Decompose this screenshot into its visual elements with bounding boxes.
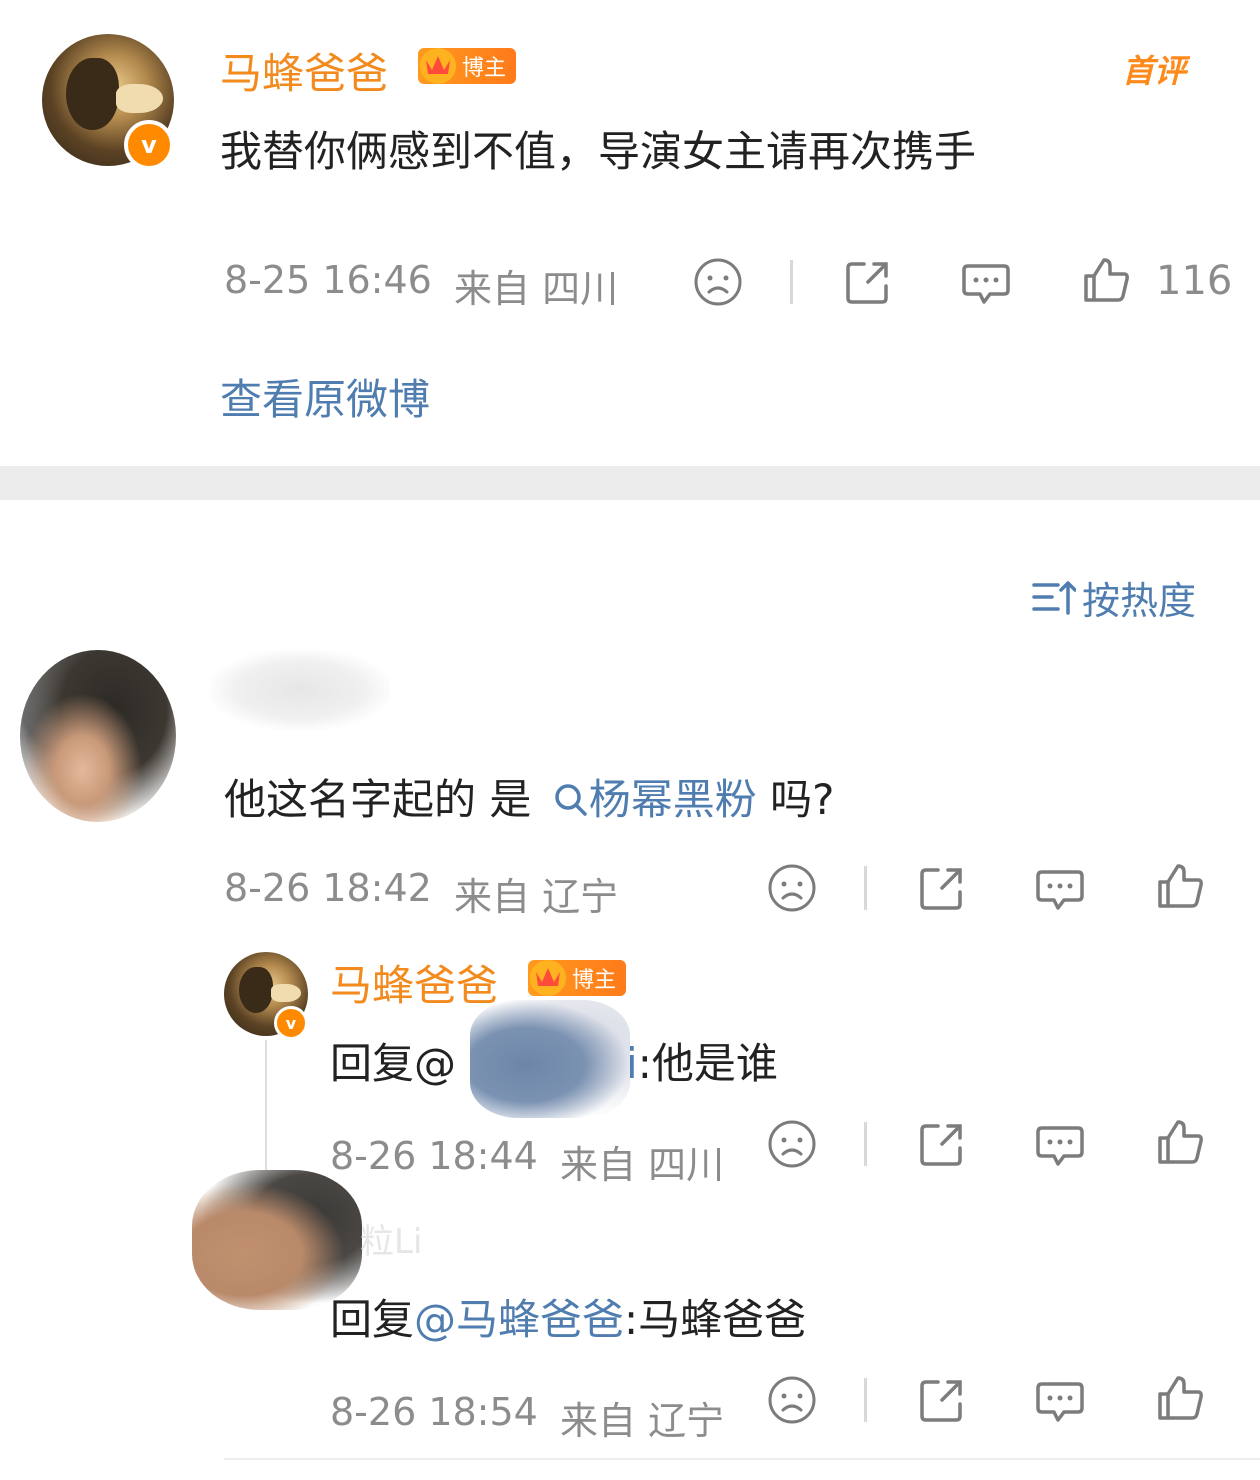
search-icon xyxy=(554,784,587,816)
comment-author-name[interactable] xyxy=(210,650,390,730)
sort-icon xyxy=(1032,580,1076,615)
post-like-count: 116 xyxy=(1156,258,1233,304)
share-icon[interactable] xyxy=(916,1118,968,1170)
sad-face-icon[interactable] xyxy=(766,862,818,914)
crown-icon xyxy=(530,960,566,996)
blogger-badge: 博主 xyxy=(418,48,517,84)
post-text: 我替你俩感到不值，导演女主请再次携手 xyxy=(220,127,977,176)
reply2-time: 8-26 18:54 xyxy=(330,1390,538,1434)
reply-author-name[interactable]: 马蜂爸爸 xyxy=(330,952,498,1013)
reply-time: 8-26 18:44 xyxy=(330,1134,538,1178)
verified-v-icon: v xyxy=(124,120,174,170)
sad-face-icon[interactable] xyxy=(692,256,744,308)
thumbs-up-icon[interactable] xyxy=(1154,860,1206,912)
comment-location: 来自 辽宁 xyxy=(454,875,619,919)
section-divider xyxy=(0,466,1260,500)
thumbs-up-icon[interactable] xyxy=(1154,1116,1206,1168)
comment-time: 8-26 18:42 xyxy=(224,866,432,910)
action-separator xyxy=(864,1378,867,1422)
reply2-body: :马蜂爸爸 xyxy=(624,1295,807,1344)
reply2-author-name[interactable]: 粒Li xyxy=(360,1214,422,1263)
thumbs-up-icon[interactable] xyxy=(1154,1372,1206,1424)
action-separator xyxy=(790,260,793,304)
comment-icon[interactable] xyxy=(1034,1374,1086,1426)
sad-face-icon[interactable] xyxy=(766,1374,818,1426)
verified-v-icon: v xyxy=(274,1006,308,1040)
bottom-divider xyxy=(224,1458,1260,1460)
action-separator xyxy=(864,866,867,910)
view-original-link[interactable]: 查看原微博 xyxy=(220,366,430,427)
sort-label: 按热度 xyxy=(1082,579,1197,623)
share-icon[interactable] xyxy=(842,256,894,308)
reply-thread-line xyxy=(265,1040,267,1170)
action-separator xyxy=(864,1122,867,1166)
comment-text: 他这名字起的 是 杨幂黑粉 吗? xyxy=(224,766,834,827)
reply-body: :他是谁 xyxy=(637,1039,778,1088)
reply2-location: 来自 辽宁 xyxy=(560,1399,725,1443)
comment-icon[interactable] xyxy=(1034,1118,1086,1170)
comment-icon[interactable] xyxy=(1034,862,1086,914)
share-icon[interactable] xyxy=(916,862,968,914)
post-author-name[interactable]: 马蜂爸爸 xyxy=(220,40,388,101)
comment-text-after: 吗? xyxy=(756,775,835,824)
post-time: 8-25 16:46 xyxy=(224,258,432,302)
share-icon[interactable] xyxy=(916,1374,968,1426)
crown-icon xyxy=(420,48,456,84)
blogger-badge-label: 博主 xyxy=(462,56,507,81)
reply-location: 来自 四川 xyxy=(560,1143,725,1187)
reply-prefix: 回复@ xyxy=(330,1039,457,1088)
reply2-text: 回复@马蜂爸爸:马蜂爸爸 xyxy=(330,1286,806,1347)
blogger-badge-label: 博主 xyxy=(572,968,617,993)
comment-text-before: 他这名字起的 是 xyxy=(224,775,532,824)
mention-link[interactable]: @马蜂爸爸 xyxy=(414,1295,624,1344)
first-comment-tag: 首评 xyxy=(1122,52,1187,90)
comment-author-avatar[interactable] xyxy=(20,650,176,822)
comment-icon[interactable] xyxy=(960,256,1012,308)
blogger-badge: 博主 xyxy=(528,960,627,996)
sort-toggle[interactable]: 按热度 xyxy=(1030,570,1196,625)
post-location: 来自 四川 xyxy=(454,267,619,311)
redacted-mention xyxy=(470,1000,630,1118)
reply2-prefix: 回复 xyxy=(330,1295,415,1344)
topic-label: 杨幂黑粉 xyxy=(588,775,757,824)
topic-link[interactable]: 杨幂黑粉 xyxy=(545,775,757,824)
sad-face-icon[interactable] xyxy=(766,1118,818,1170)
thumbs-up-icon[interactable] xyxy=(1080,254,1132,306)
